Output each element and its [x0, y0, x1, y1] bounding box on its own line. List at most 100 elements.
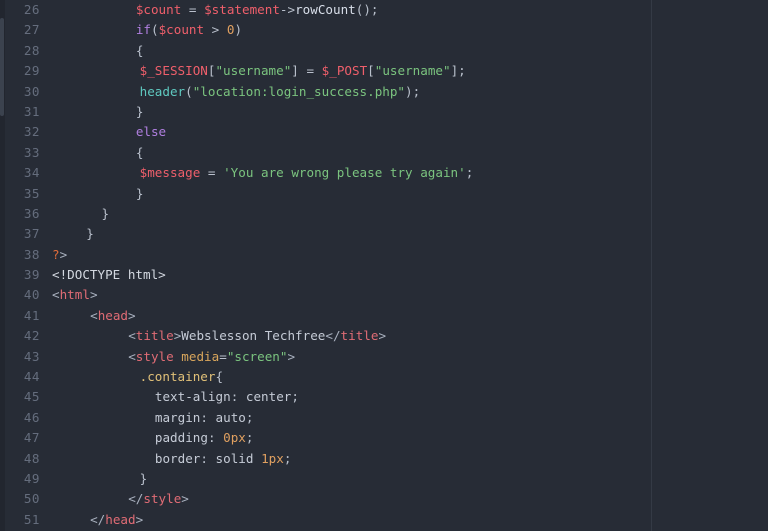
code-line-content: <html> — [52, 285, 98, 305]
code-token: > — [181, 491, 189, 507]
code-line[interactable]: 39 <!DOCTYPE html> — [0, 265, 768, 285]
code-token: solid — [215, 450, 254, 466]
code-token: $statement — [204, 2, 280, 17]
code-line[interactable]: 34 $message = 'You are wrong please try a… — [0, 163, 768, 183]
code-line[interactable]: 40 <html> — [0, 285, 768, 305]
code-token: > — [59, 246, 68, 262]
code-line-content: <!DOCTYPE html> — [52, 265, 166, 285]
code-token: { — [135, 42, 144, 58]
code-token: 1px — [261, 450, 284, 466]
code-token: ]; — [450, 63, 466, 79]
code-line[interactable]: 38 ?> — [0, 245, 768, 265]
code-token: <!DOCTYPE html> — [52, 267, 166, 283]
code-token: ? — [52, 246, 60, 262]
code-line[interactable]: 35} — [0, 184, 768, 204]
code-token: } — [139, 470, 148, 486]
code-editor[interactable]: 26 $count = $statement->rowCount(); 27 if($… — [0, 0, 768, 531]
code-line[interactable]: 37} — [0, 224, 768, 244]
code-line[interactable]: 33 { — [0, 143, 768, 163]
code-token: </ — [325, 328, 341, 344]
code-line-content: $message = 'You are wrong please try aga… — [140, 163, 474, 183]
code-line-content: <head> — [90, 306, 136, 326]
code-line-content: header("location:login_success.php"); — [140, 82, 421, 102]
code-line[interactable]: 31} — [0, 102, 768, 122]
code-line[interactable]: 30 header("location:login_success.php"); — [0, 82, 768, 102]
code-line-content: $count = $statement->rowCount(); — [136, 0, 379, 20]
code-line-content: { — [136, 143, 144, 163]
code-token: > — [89, 287, 98, 303]
code-line[interactable]: 29 $_SESSION["username"] = $_POST["userna… — [0, 61, 768, 81]
code-line[interactable]: 44 .container{ — [0, 367, 768, 387]
code-token: { — [215, 369, 224, 385]
code-line-content: else — [136, 122, 166, 142]
code-token: ( — [185, 83, 193, 99]
code-line-content: <style media="screen"> — [128, 347, 295, 367]
code-token: $_SESSION — [139, 63, 208, 79]
code-line[interactable]: 47 padding: 0px; — [0, 428, 768, 448]
vertical-scrollbar[interactable] — [0, 0, 5, 531]
code-token: ) — [234, 22, 243, 38]
line-number: 28 — [23, 42, 40, 58]
code-token: { — [135, 144, 144, 160]
line-number: 36 — [23, 205, 40, 221]
code-line[interactable]: 46 margin: auto; — [0, 408, 768, 428]
code-line[interactable]: 27 if($count > 0) — [0, 20, 768, 40]
code-line[interactable]: 50 </style> — [0, 489, 768, 509]
code-token: < — [52, 287, 60, 303]
code-token: else — [135, 124, 167, 140]
code-token: Webslesson Techfree — [181, 328, 326, 344]
code-token: html — [59, 287, 90, 303]
line-number: 47 — [23, 430, 40, 446]
code-token: ; — [465, 165, 474, 181]
code-token: style — [135, 348, 174, 364]
code-line[interactable]: 28 { — [0, 41, 768, 61]
code-token: > — [128, 307, 136, 323]
line-number: 30 — [23, 83, 40, 99]
scrollbar-thumb[interactable] — [0, 18, 4, 116]
code-line[interactable]: 36} — [0, 204, 768, 224]
code-token: rowCount — [295, 2, 356, 17]
code-token: ; — [283, 450, 292, 466]
code-token: < — [90, 307, 98, 323]
code-line-content: } — [140, 469, 148, 489]
code-line[interactable]: 42 <title>Webslesson Techfree</title> — [0, 326, 768, 346]
code-line[interactable]: 45 text-align: center; — [0, 387, 768, 407]
code-token: (); — [355, 2, 379, 17]
line-number: 46 — [23, 409, 40, 425]
code-line[interactable]: 32 else — [0, 122, 768, 142]
code-line[interactable]: 48 border: solid 1px; — [0, 449, 768, 469]
code-line[interactable]: 43 <style media="screen"> — [0, 347, 768, 367]
code-token: -> — [279, 2, 296, 17]
line-number: 43 — [23, 348, 40, 364]
code-line[interactable]: 49} — [0, 469, 768, 489]
code-token: : — [200, 409, 208, 425]
line-number: 34 — [23, 165, 40, 181]
code-token: "screen" — [226, 348, 288, 364]
code-token: $_POST — [321, 63, 368, 79]
code-content[interactable]: 26 $count = $statement->rowCount(); 27 if($… — [0, 0, 768, 530]
code-token: text-align — [154, 389, 231, 405]
code-token: 'You are wrong please try again' — [223, 165, 466, 181]
line-number: 35 — [23, 185, 40, 201]
code-line[interactable]: 26 $count = $statement->rowCount(); — [0, 0, 768, 20]
code-token: $count — [158, 22, 205, 38]
code-line-content: $_SESSION["username"] = $_POST["username… — [140, 61, 466, 81]
code-line-content: <title>Webslesson Techfree</title> — [128, 326, 386, 346]
code-token: head — [105, 511, 136, 527]
line-number: 50 — [23, 491, 40, 507]
line-number: 44 — [23, 369, 40, 385]
line-number: 32 — [23, 124, 40, 140]
code-token: > — [378, 328, 387, 344]
code-line[interactable]: 51 </head> — [0, 510, 768, 530]
code-line[interactable]: 41 <head> — [0, 306, 768, 326]
line-number: 33 — [23, 144, 40, 160]
line-number: 38 — [23, 246, 40, 262]
